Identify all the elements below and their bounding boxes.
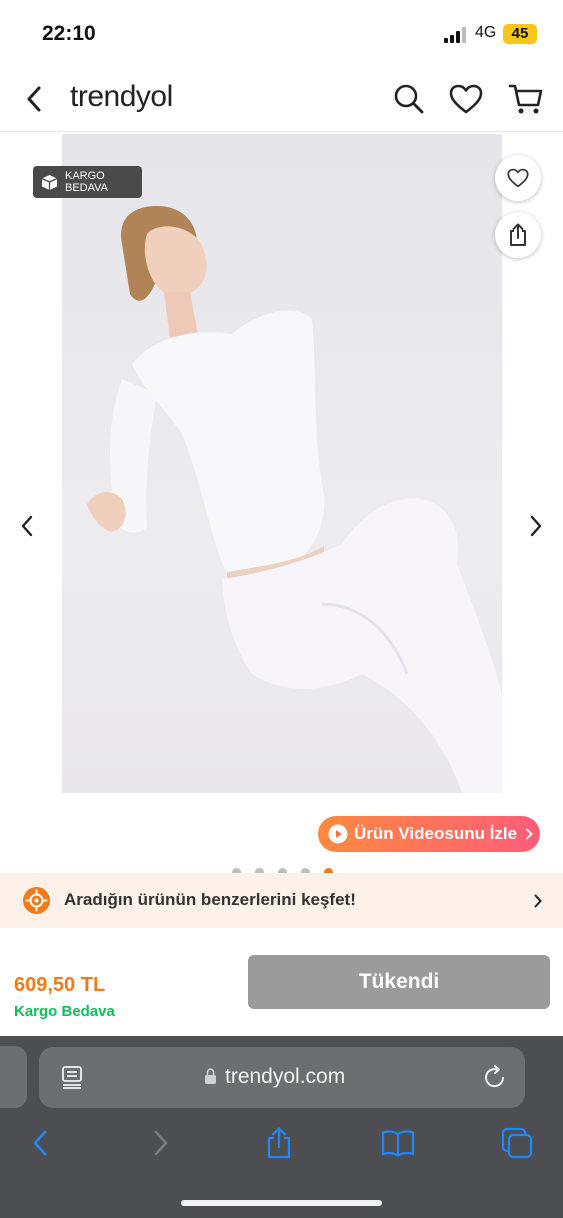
free-shipping-label: Kargo Bedava (14, 1003, 115, 1020)
chevron-right-icon (154, 1130, 168, 1156)
similar-products-banner[interactable]: Aradığın ürünün benzerlerini keşfet! (0, 873, 563, 928)
watch-video-button[interactable]: Ürün Videosunu İzle (318, 816, 540, 852)
share-icon (510, 223, 526, 246)
cart-button[interactable] (507, 80, 545, 118)
lock-icon (205, 1068, 216, 1084)
chevron-left-icon (21, 515, 33, 537)
product-image[interactable] (62, 134, 502, 793)
browser-back-button[interactable] (20, 1123, 60, 1163)
product-price: 609,50 TL (14, 974, 106, 996)
tabs-icon (501, 1127, 533, 1159)
cart-icon (508, 84, 543, 114)
address-bar[interactable]: trendyol.com (39, 1047, 525, 1108)
app-header: trendyol (0, 66, 563, 132)
free-shipping-badge: KARGO BEDAVA (33, 166, 142, 198)
chevron-left-icon (33, 1130, 47, 1156)
share-icon (267, 1127, 291, 1159)
previous-image-button[interactable] (16, 512, 38, 540)
package-icon (41, 175, 58, 190)
status-time: 22:10 (42, 22, 96, 45)
sold-out-button[interactable]: Tükendi (248, 955, 550, 1009)
browser-share-button[interactable] (259, 1123, 299, 1163)
bookmarks-button[interactable] (378, 1123, 418, 1163)
back-button[interactable] (16, 80, 54, 118)
add-to-favorites-button[interactable] (495, 155, 541, 201)
favorites-button[interactable] (447, 80, 485, 118)
book-icon (381, 1130, 415, 1157)
trendyol-logo[interactable]: trendyol (70, 80, 173, 114)
reload-icon[interactable] (483, 1064, 507, 1090)
watch-video-label: Ürün Videosunu İzle (354, 824, 518, 843)
chevron-right-icon (534, 894, 542, 908)
reader-icon[interactable] (61, 1065, 83, 1089)
signal-icon (444, 27, 466, 43)
next-image-button[interactable] (525, 512, 547, 540)
play-icon (328, 824, 348, 844)
home-indicator (181, 1200, 382, 1206)
search-icon (394, 84, 424, 114)
battery-indicator: 45 (503, 24, 537, 44)
badge-line1: KARGO (65, 170, 105, 182)
share-button[interactable] (495, 212, 541, 258)
heart-icon (507, 168, 529, 188)
tabs-button[interactable] (497, 1123, 537, 1163)
similar-products-text: Aradığın ürünün benzerlerini keşfet! (64, 890, 356, 909)
chevron-right-icon (526, 828, 533, 840)
chevron-left-icon (27, 86, 41, 112)
page-url: trendyol.com (225, 1065, 346, 1088)
browser-forward-button[interactable] (141, 1123, 181, 1163)
heart-icon (449, 84, 483, 114)
model-illustration (87, 206, 502, 793)
discover-icon (23, 887, 50, 914)
search-button[interactable] (390, 80, 428, 118)
chevron-right-icon (530, 515, 542, 537)
status-bar: 22:10 4G 45 (0, 0, 563, 66)
previous-tab-preview[interactable] (0, 1046, 27, 1108)
badge-line2: BEDAVA (65, 182, 108, 194)
network-type: 4G (475, 24, 497, 41)
